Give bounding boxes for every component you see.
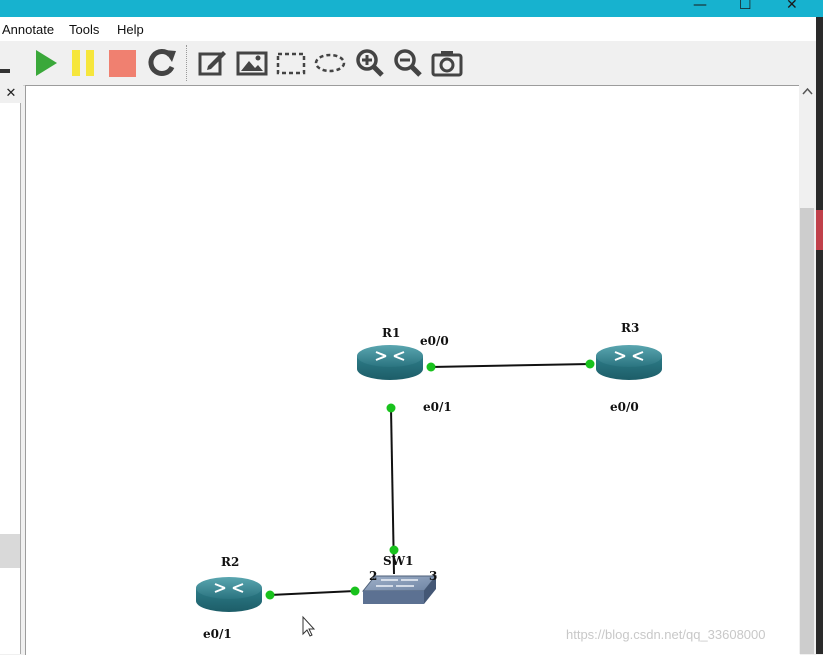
zoom-out-icon	[394, 49, 422, 77]
toolbar-separator	[186, 45, 188, 81]
dock-selected-item[interactable]	[0, 534, 20, 568]
scrollbar-thumb[interactable]	[800, 208, 814, 654]
desktop-edge-accent	[816, 210, 823, 250]
zoom-out-button[interactable]	[392, 47, 424, 79]
node-label-r1: R1	[382, 326, 401, 340]
start-all-icon	[36, 50, 57, 76]
interface-label-r1-e0-0: e0/0	[420, 334, 449, 348]
status-dot-r1-e0-0	[426, 362, 436, 372]
menu-tools[interactable]: Tools	[69, 22, 99, 37]
router-r3[interactable]	[596, 345, 662, 380]
watermark: https://blog.csdn.net/qq_33608000	[566, 627, 766, 642]
mouse-cursor-icon	[302, 615, 316, 637]
vertical-scrollbar[interactable]	[799, 85, 816, 654]
add-note-button[interactable]	[196, 47, 228, 79]
zoom-in-button[interactable]	[354, 47, 386, 79]
toolbar	[0, 41, 816, 86]
status-dot-sw1-port-2	[350, 586, 360, 596]
add-note-icon	[198, 51, 226, 76]
suspend-all-button[interactable]	[68, 47, 100, 79]
reload-all-button[interactable]	[146, 47, 178, 79]
draw-ellipse-button[interactable]	[314, 47, 346, 79]
draw-rectangle-icon	[276, 52, 306, 75]
draw-rectangle-button[interactable]	[275, 47, 307, 79]
router-r1[interactable]	[357, 345, 423, 380]
title-bar: — ☐ ✕	[0, 0, 823, 17]
interface-label-r3-e0-0: e0/0	[610, 400, 639, 414]
left-dock-panel: ✕	[0, 85, 23, 654]
dock-content	[0, 103, 21, 654]
draw-ellipse-icon	[314, 53, 346, 73]
status-dot-r1-e0-1	[386, 403, 396, 413]
status-dot-r2-e0-1	[265, 590, 275, 600]
suspend-all-icon	[72, 50, 94, 76]
zoom-in-icon	[356, 49, 384, 77]
link-r1-r3[interactable]	[430, 363, 591, 368]
insert-picture-icon	[236, 51, 268, 76]
menu-annotate[interactable]: Annotate	[2, 22, 54, 37]
topology-drawing	[196, 345, 662, 637]
insert-picture-button[interactable]	[236, 47, 268, 79]
maximize-button[interactable]: ☐	[739, 0, 752, 13]
dock-close-button[interactable]: ✕	[2, 86, 20, 102]
link-r2-sw1[interactable]	[269, 590, 356, 596]
console-button[interactable]	[0, 47, 14, 79]
close-button[interactable]: ✕	[786, 0, 798, 13]
screenshot-icon	[431, 51, 463, 77]
node-label-sw1: SW1	[383, 554, 414, 568]
interface-label-sw1-port-3: 3	[429, 569, 438, 583]
stop-all-icon	[109, 50, 136, 77]
menu-bar: Annotate Tools Help	[0, 17, 816, 41]
topology-canvas[interactable]: R1 R3 R2 SW1 e0/0 e0/1 e0/0 e0/1 2 3	[25, 85, 800, 655]
desktop-edge	[816, 17, 823, 654]
menu-help[interactable]: Help	[117, 22, 144, 37]
scroll-up-arrow-icon[interactable]	[802, 87, 813, 95]
console-icon	[0, 69, 10, 73]
node-label-r2: R2	[221, 555, 240, 569]
router-r2[interactable]	[196, 577, 262, 612]
reload-all-icon	[148, 49, 176, 76]
stop-all-button[interactable]	[106, 47, 138, 79]
status-dot-r3-e0-0	[585, 359, 595, 369]
minimize-button[interactable]: —	[693, 0, 707, 13]
screenshot-button[interactable]	[431, 47, 463, 79]
node-label-r3: R3	[621, 321, 640, 335]
interface-label-sw1-port-2: 2	[369, 569, 378, 583]
start-all-button[interactable]	[30, 47, 62, 79]
interface-label-r2-e0-1: e0/1	[203, 627, 232, 641]
interface-label-r1-e0-1: e0/1	[423, 400, 452, 414]
